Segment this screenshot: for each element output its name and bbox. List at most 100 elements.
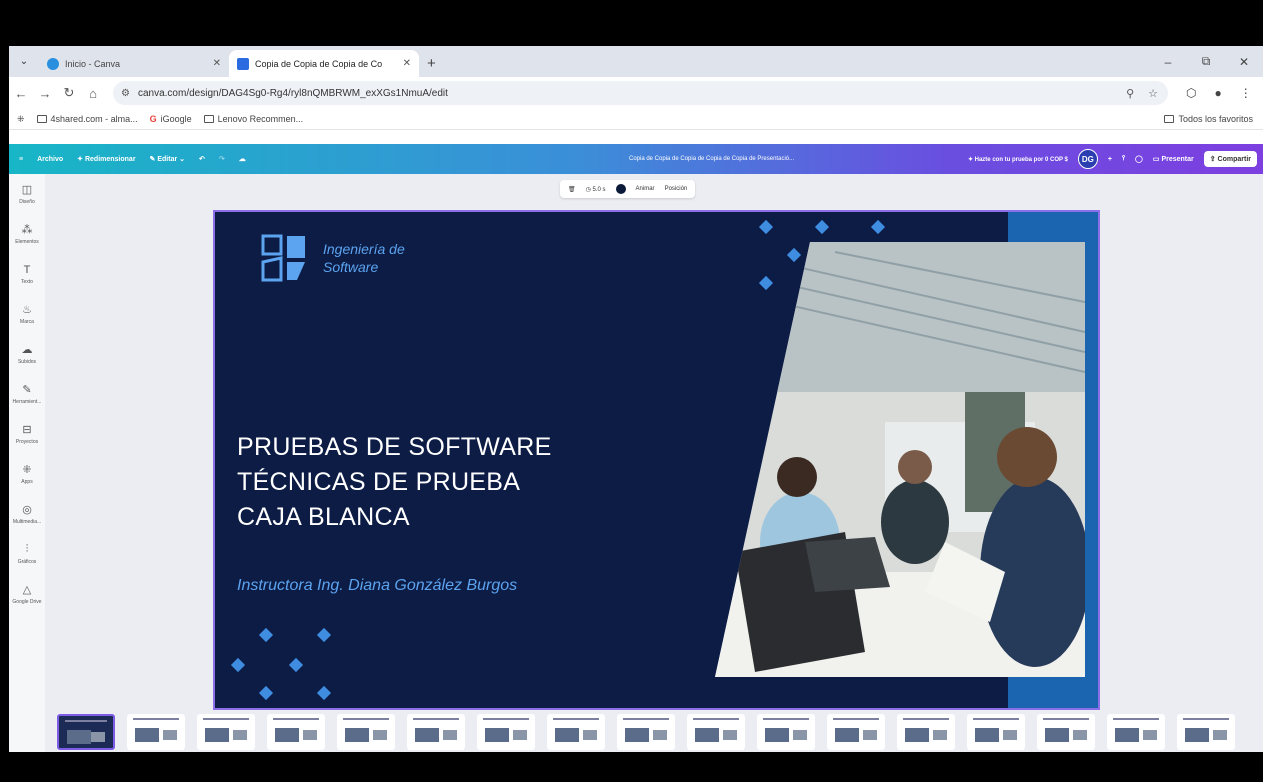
slide-thumbnail[interactable] bbox=[1177, 714, 1235, 750]
new-tab-button[interactable]: + bbox=[427, 50, 436, 77]
thumbnail-img bbox=[1115, 728, 1139, 742]
add-collaborator-icon[interactable]: + bbox=[1108, 156, 1112, 163]
thumbnail-bar bbox=[133, 718, 179, 720]
back-icon[interactable]: ← bbox=[9, 86, 33, 101]
sidebar-item[interactable]: △ Google Drive bbox=[9, 574, 45, 614]
sidebar-item[interactable]: T Texto bbox=[9, 254, 45, 294]
extensions-icon[interactable]: ⬡ bbox=[1186, 86, 1196, 100]
bookmarks-bar: ⁜ 4shared.com - alma... G iGoogle Lenovo… bbox=[9, 109, 1263, 130]
browser-window: ⌄ Inicio - Canva ✕ Copia de Copia de Cop… bbox=[9, 46, 1263, 752]
sidebar-item-label: Subidos bbox=[17, 359, 37, 365]
apps-grid-icon[interactable]: ⁜ bbox=[17, 114, 25, 125]
hamburger-icon[interactable]: ≡ bbox=[19, 156, 23, 163]
editar-button[interactable]: ✎ Editar ⌄ bbox=[150, 155, 185, 163]
sidebar-item[interactable]: ✎ Herramient... bbox=[9, 374, 45, 414]
window-controls: – ⧉ ✕ bbox=[1149, 46, 1263, 77]
redo-icon[interactable]: ↷ bbox=[219, 155, 225, 163]
url-text[interactable]: canva.com/design/DAG4Sg0-Rg4/ryl8nQMBRWM… bbox=[138, 88, 448, 99]
thumbnail-bar bbox=[343, 718, 389, 720]
bookmark-star-icon[interactable]: ☆ bbox=[1148, 87, 1158, 100]
zoom-icon[interactable]: ⚲ bbox=[1126, 87, 1134, 100]
slide-thumbnail[interactable] bbox=[267, 714, 325, 750]
slide-thumbnail[interactable] bbox=[757, 714, 815, 750]
insights-icon[interactable]: ⫯ bbox=[1122, 155, 1125, 163]
comment-icon[interactable]: ◯ bbox=[1135, 155, 1143, 163]
presentar-button[interactable]: ▭ Presentar bbox=[1153, 155, 1194, 163]
slide-thumbnail[interactable] bbox=[127, 714, 185, 750]
home-icon[interactable]: ⌂ bbox=[81, 86, 105, 101]
color-swatch[interactable] bbox=[615, 184, 626, 194]
thumbnail-bar bbox=[1183, 718, 1229, 720]
slide-thumbnail[interactable] bbox=[687, 714, 745, 750]
bookmark-lenovo[interactable]: Lenovo Recommen... bbox=[203, 114, 304, 124]
thumbnail-bar bbox=[903, 718, 949, 720]
site-info-icon[interactable]: ⚙ bbox=[121, 88, 130, 99]
tab-label: Inicio - Canva bbox=[65, 58, 121, 69]
all-bookmarks[interactable]: Todos los favoritos bbox=[1164, 114, 1263, 124]
reload-icon[interactable]: ↻ bbox=[57, 85, 81, 101]
slide-thumbnail[interactable] bbox=[1107, 714, 1165, 750]
drive-icon: △ bbox=[22, 584, 32, 596]
trash-icon[interactable]: 🗑 bbox=[568, 186, 576, 193]
forward-icon[interactable]: → bbox=[33, 86, 57, 101]
close-tab-icon[interactable]: ✕ bbox=[213, 58, 221, 69]
sidebar-item[interactable]: ◫ Diseño bbox=[9, 174, 45, 214]
thumbnail-bar bbox=[623, 718, 669, 720]
thumbnail-img bbox=[765, 728, 789, 742]
slide-thumbnail[interactable] bbox=[897, 714, 955, 750]
duration-button[interactable]: ◷ 5.0 s bbox=[586, 186, 606, 193]
office-team-photo bbox=[715, 242, 1085, 677]
compartir-button[interactable]: ⇪ Compartir bbox=[1203, 151, 1257, 167]
document-title[interactable]: Copia de Copia de Copia de Copia de Copi… bbox=[629, 144, 794, 174]
sidebar-item[interactable]: ☁ Subidos bbox=[9, 334, 45, 374]
tab-search-chevron-icon[interactable]: ⌄ bbox=[9, 46, 39, 77]
slide-thumbnail[interactable] bbox=[337, 714, 395, 750]
slide-thumbnail[interactable] bbox=[967, 714, 1025, 750]
sidebar-item[interactable]: ⊟ Proyectos bbox=[9, 414, 45, 454]
tab-copia-canva[interactable]: Copia de Copia de Copia de Co ✕ bbox=[229, 50, 419, 77]
thumbnail-img bbox=[695, 728, 719, 742]
slide-thumbnail[interactable] bbox=[477, 714, 535, 750]
redimensionar-button[interactable]: ✦ Redimensionar bbox=[77, 155, 135, 163]
sidebar-item[interactable]: ⫶ Gráficos bbox=[9, 534, 45, 574]
slide-thumbnails bbox=[9, 714, 1263, 752]
bookmark-4shared[interactable]: 4shared.com - alma... bbox=[36, 114, 138, 124]
thumbnail-img2 bbox=[653, 730, 667, 740]
slide-thumbnail[interactable] bbox=[1037, 714, 1095, 750]
all-bookmarks-label: Todos los favoritos bbox=[1178, 114, 1253, 124]
slide-thumbnail[interactable] bbox=[827, 714, 885, 750]
bookmark-igoogle[interactable]: G iGoogle bbox=[150, 114, 192, 124]
thumbnail-img bbox=[975, 728, 999, 742]
brand-line-1: Ingeniería de bbox=[323, 241, 405, 257]
editar-label: Editar bbox=[157, 156, 178, 163]
slide-thumbnail[interactable] bbox=[407, 714, 465, 750]
bookmark-label: Lenovo Recommen... bbox=[217, 114, 304, 124]
archivo-menu[interactable]: Archivo bbox=[37, 156, 63, 163]
thumbnail-img2 bbox=[933, 730, 947, 740]
profile-icon[interactable]: ● bbox=[1214, 86, 1221, 100]
animar-button[interactable]: Animar bbox=[636, 186, 655, 192]
address-bar[interactable]: ⚙ canva.com/design/DAG4Sg0-Rg4/ryl8nQMBR… bbox=[113, 81, 1168, 105]
minimize-icon[interactable]: – bbox=[1149, 55, 1187, 69]
pro-trial-button[interactable]: ✦ Hazte con tu prueba por 0 COP $ bbox=[968, 156, 1068, 163]
undo-icon[interactable]: ↶ bbox=[199, 155, 205, 163]
cloud-save-icon[interactable]: ☁ bbox=[239, 155, 246, 163]
sidebar-item[interactable]: ◎ Multimedia... bbox=[9, 494, 45, 534]
slide-thumbnail[interactable] bbox=[547, 714, 605, 750]
posicion-button[interactable]: Posición bbox=[665, 186, 688, 192]
slide-thumbnail[interactable] bbox=[57, 714, 115, 750]
sidebar-item[interactable]: ⁜ Apps bbox=[9, 454, 45, 494]
pro-trial-label: Hazte con tu prueba por 0 COP $ bbox=[974, 156, 1068, 163]
tab-inicio-canva[interactable]: Inicio - Canva ✕ bbox=[39, 50, 229, 77]
sidebar-item[interactable]: ♨ Marca bbox=[9, 294, 45, 334]
slide-thumbnail[interactable] bbox=[197, 714, 255, 750]
slide-canvas[interactable]: Ingeniería de Software PRUEBAS DE SOFTWA… bbox=[213, 210, 1100, 710]
thumbnail-img bbox=[1185, 728, 1209, 742]
slide-thumbnail[interactable] bbox=[617, 714, 675, 750]
close-tab-icon[interactable]: ✕ bbox=[403, 58, 411, 69]
avatar[interactable]: DG bbox=[1077, 149, 1098, 169]
sidebar-item[interactable]: ⁂ Elementos bbox=[9, 214, 45, 254]
restore-icon[interactable]: ⧉ bbox=[1187, 54, 1225, 69]
close-window-icon[interactable]: ✕ bbox=[1225, 55, 1263, 69]
menu-icon[interactable]: ⋮ bbox=[1240, 86, 1252, 100]
